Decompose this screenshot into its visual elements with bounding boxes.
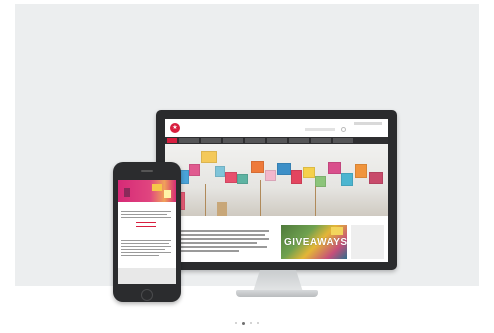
- phone-speaker: [141, 170, 153, 172]
- phone-footer-block: [118, 268, 176, 284]
- phone-hero-image: [118, 180, 176, 202]
- giveaway-label: GIVEAWAYS: [284, 237, 347, 248]
- carousel-dots: [0, 321, 494, 328]
- hero-plinth: [217, 202, 227, 216]
- search-input[interactable]: [305, 128, 335, 131]
- search-icon[interactable]: [341, 127, 346, 132]
- site-header: ★: [165, 119, 388, 137]
- giveaway-banner[interactable]: GIVEAWAYS: [281, 225, 347, 259]
- carousel-dot[interactable]: [250, 322, 252, 324]
- giveaway-badge: [331, 227, 343, 235]
- mobile-phone: [113, 162, 181, 302]
- sidebar-column: [351, 225, 384, 259]
- carousel-dot[interactable]: [257, 322, 259, 324]
- nav-item-home[interactable]: [167, 138, 177, 143]
- hero-image: [165, 144, 388, 216]
- content-area: GIVEAWAYS: [165, 216, 388, 262]
- nav-item[interactable]: [289, 138, 309, 143]
- nav-item[interactable]: [245, 138, 265, 143]
- nav-item[interactable]: [223, 138, 243, 143]
- monitor-stand: [236, 290, 318, 297]
- carousel-dot-active[interactable]: [242, 321, 245, 325]
- nav-item[interactable]: [179, 138, 199, 143]
- nav-item[interactable]: [333, 138, 353, 143]
- nav-item[interactable]: [311, 138, 331, 143]
- nav-item[interactable]: [201, 138, 221, 143]
- phone-screen: [118, 180, 176, 284]
- utility-bar: [354, 122, 382, 125]
- logo-icon[interactable]: ★: [170, 123, 180, 133]
- main-nav: [165, 137, 388, 144]
- nav-item[interactable]: [267, 138, 287, 143]
- carousel-dot[interactable]: [235, 322, 237, 324]
- home-button-icon[interactable]: [141, 289, 153, 301]
- desktop-screen: ★ GIVEAWAYS: [165, 119, 388, 262]
- desktop-monitor: ★ GIVEAWAYS: [156, 110, 397, 270]
- monitor-neck: [253, 270, 303, 292]
